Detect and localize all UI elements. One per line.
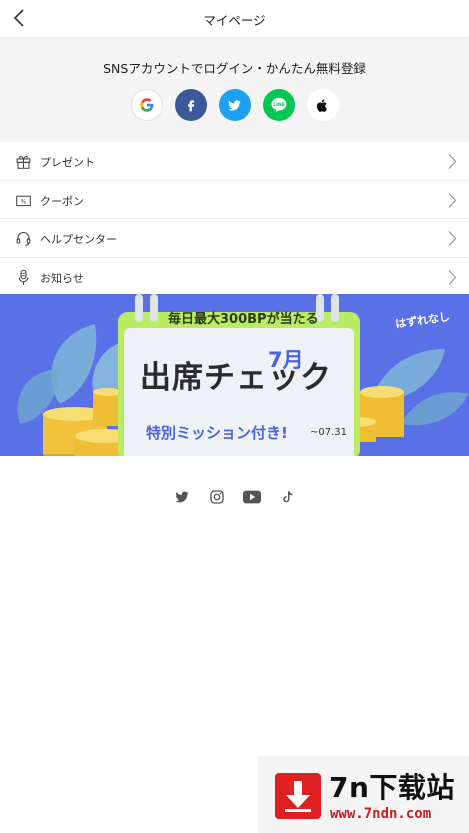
attendance-check-banner[interactable]: 毎日最大300BPが当たる 出席チェック 7月 特別ミッション付き! ~07.3… bbox=[0, 294, 469, 456]
tiktok-icon bbox=[282, 491, 293, 503]
line-icon-text: LINE bbox=[273, 102, 285, 108]
menu-item-notices[interactable]: お知らせ bbox=[0, 258, 469, 297]
instagram-link[interactable] bbox=[208, 488, 226, 506]
menu-item-label: クーポン bbox=[40, 194, 84, 208]
menu-item-present[interactable]: プレゼント bbox=[0, 142, 469, 181]
banner-date: ~07.31 bbox=[310, 427, 348, 438]
download-logo-icon bbox=[275, 773, 321, 819]
microphone-icon bbox=[18, 269, 29, 285]
facebook-login-button[interactable] bbox=[174, 89, 207, 121]
apple-login-button[interactable] bbox=[306, 89, 339, 121]
site-watermark: 7n下载站 www.7ndn.com bbox=[258, 756, 469, 833]
footer-social-links bbox=[0, 488, 469, 506]
watermark-url: www.7ndn.com bbox=[330, 806, 432, 822]
twitter-icon bbox=[228, 99, 241, 111]
line-icon: LINE bbox=[271, 97, 286, 113]
apple-icon bbox=[316, 98, 327, 112]
tiktok-link[interactable] bbox=[278, 488, 296, 506]
chevron-right-icon bbox=[448, 192, 457, 208]
youtube-icon bbox=[243, 490, 261, 504]
chevron-right-icon bbox=[448, 269, 457, 285]
banner-month: 7月 bbox=[268, 348, 304, 372]
menu-item-label: プレゼント bbox=[40, 156, 95, 169]
instagram-icon bbox=[210, 490, 224, 504]
top-bar: マイページ bbox=[0, 0, 469, 38]
google-login-button[interactable] bbox=[130, 89, 163, 121]
twitter-link[interactable] bbox=[173, 488, 191, 506]
menu-item-coupon[interactable]: % クーポン bbox=[0, 181, 469, 219]
chevron-right-icon bbox=[448, 231, 457, 246]
coupon-icon-text: % bbox=[21, 198, 27, 205]
twitter-login-button[interactable] bbox=[218, 89, 251, 121]
chevron-right-icon bbox=[448, 154, 457, 169]
page-title: マイページ bbox=[203, 13, 266, 28]
menu-item-help-center[interactable]: ヘルプセンター bbox=[0, 219, 469, 258]
menu-item-label: お知らせ bbox=[40, 271, 84, 285]
twitter-icon bbox=[175, 491, 189, 503]
menu-item-label: ヘルプセンター bbox=[40, 233, 117, 246]
banner-top-tag: 毎日最大300BPが当たる bbox=[168, 312, 319, 327]
sns-login-caption: SNSアカウントでログイン・かんたん無料登録 bbox=[103, 61, 366, 76]
mypage-menu: プレゼント % クーポン ヘルプセンター お知らせ bbox=[0, 142, 469, 296]
gift-icon bbox=[16, 155, 31, 169]
headset-icon bbox=[16, 232, 31, 246]
sns-login-buttons: LINE bbox=[0, 89, 469, 121]
banner-subline: 特別ミッション付き! bbox=[146, 424, 288, 442]
facebook-icon bbox=[187, 100, 194, 112]
line-login-button[interactable]: LINE bbox=[262, 89, 295, 121]
youtube-link[interactable] bbox=[243, 488, 261, 506]
google-icon bbox=[139, 98, 153, 112]
watermark-title: 7n下载站 bbox=[329, 771, 455, 804]
coupon-icon: % bbox=[16, 195, 31, 206]
